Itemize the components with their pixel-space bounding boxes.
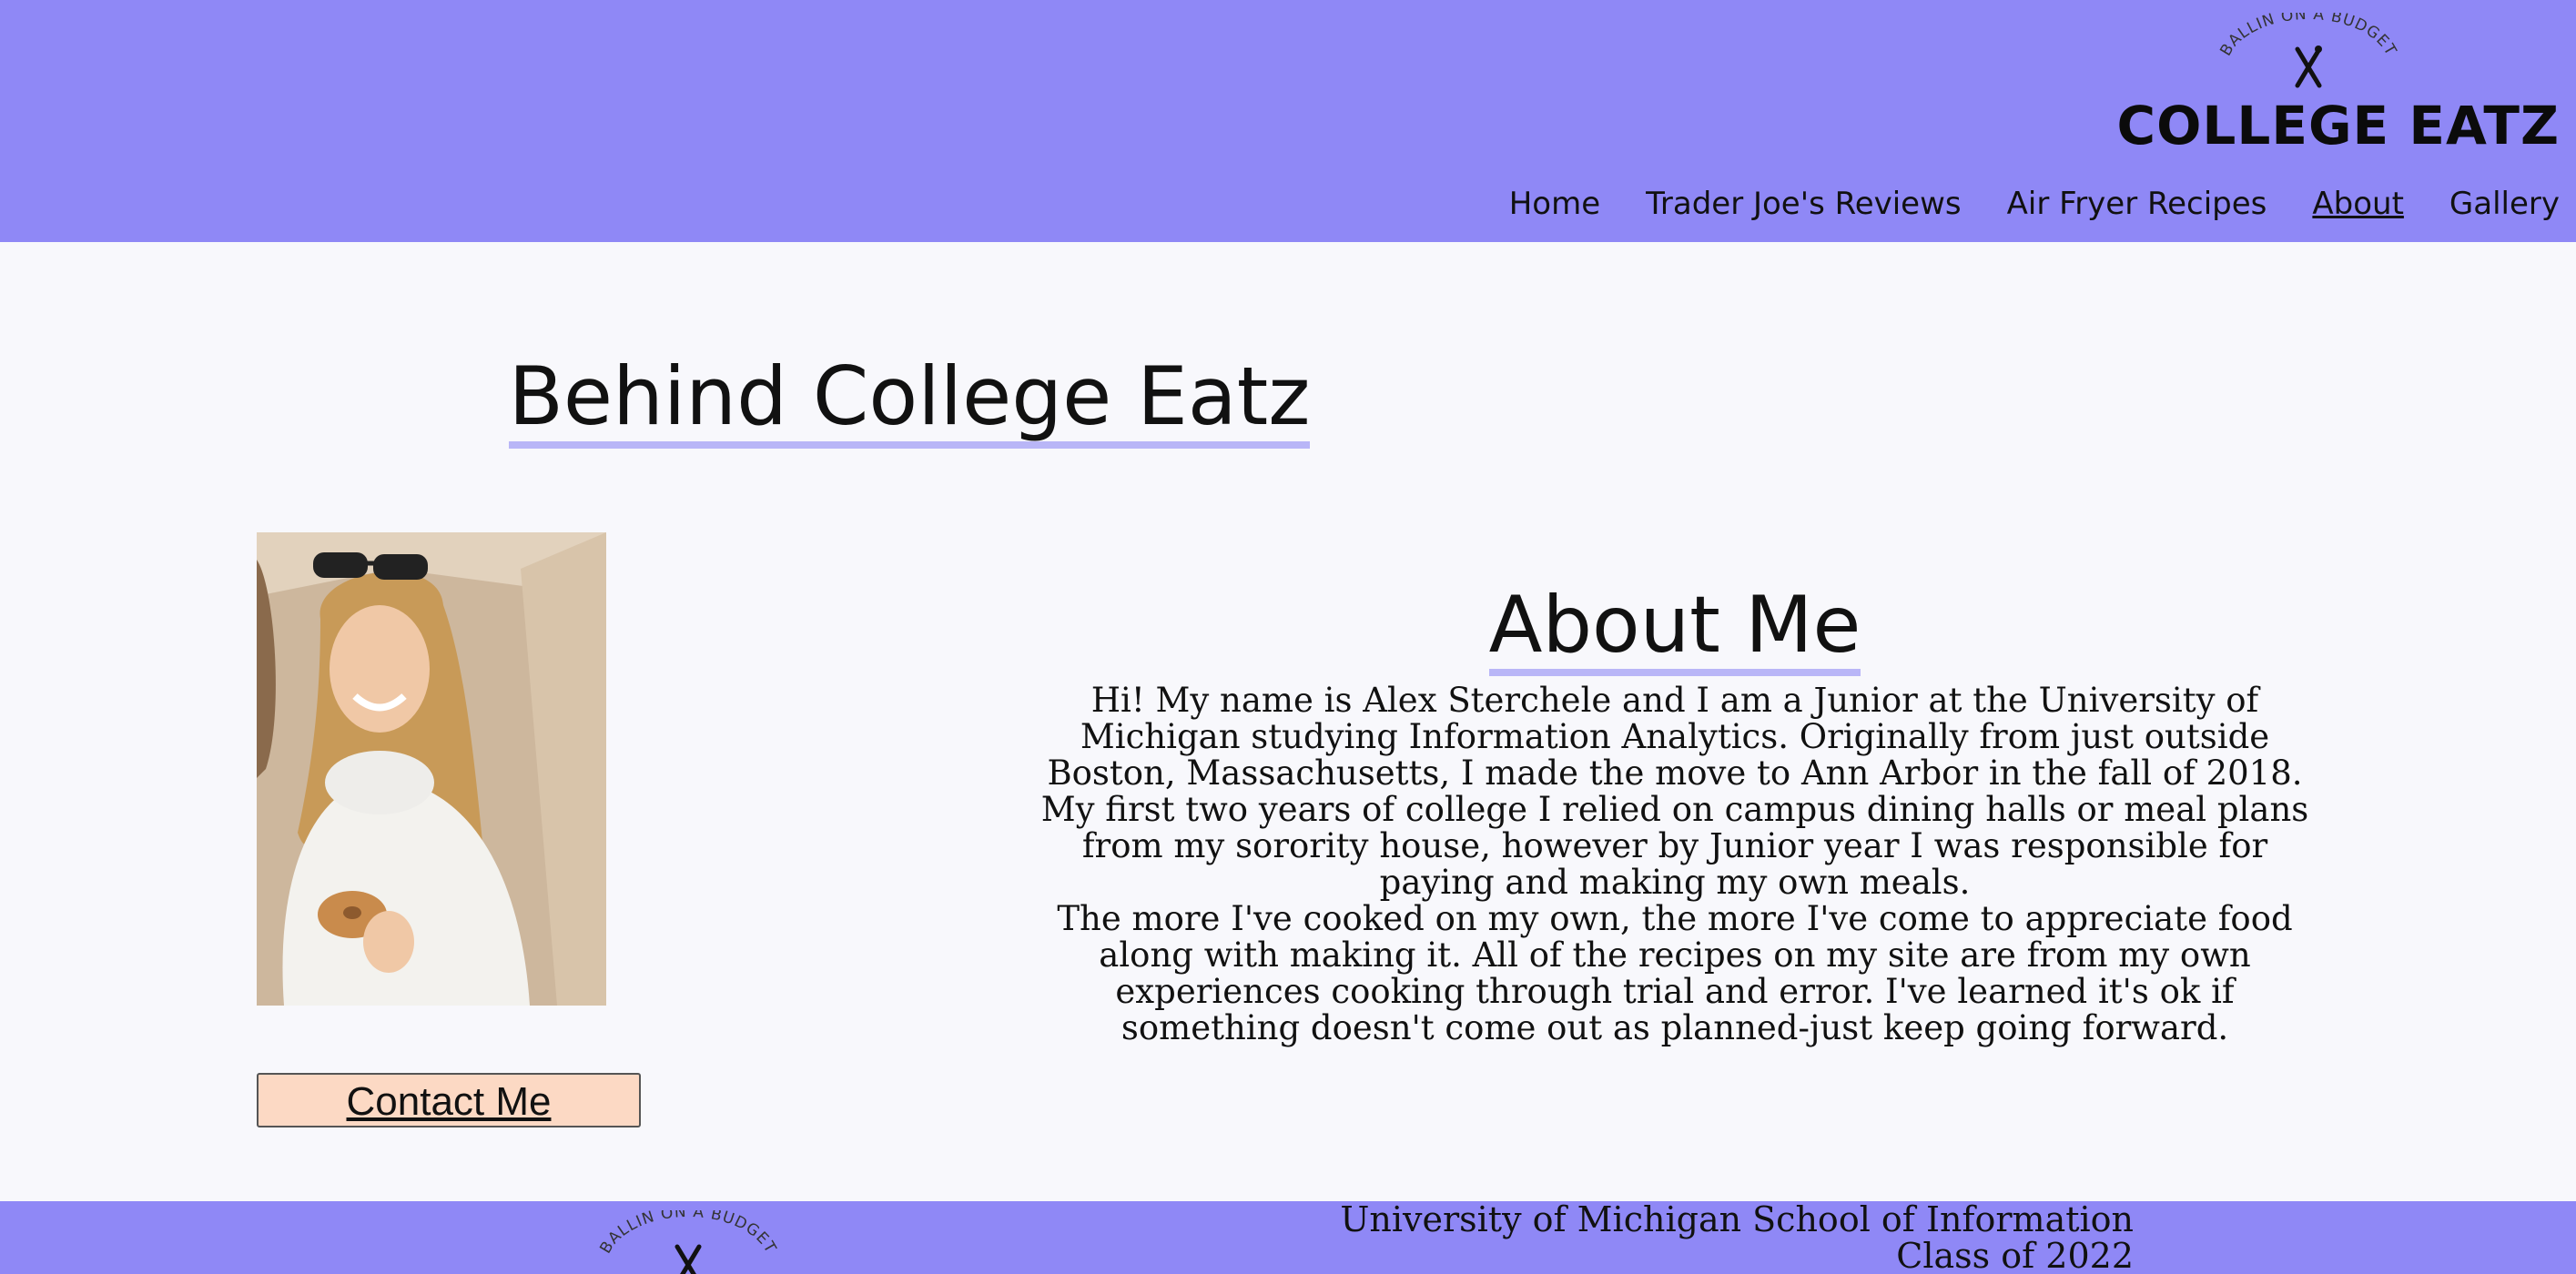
- about-body: Hi! My name is Alex Sterchele and I am a…: [1038, 682, 2312, 1046]
- nav-trader-joes-reviews[interactable]: Trader Joe's Reviews: [1646, 186, 1962, 222]
- nav-about[interactable]: About: [2312, 186, 2404, 222]
- contact-me-button[interactable]: Contact Me: [257, 1073, 641, 1127]
- site-footer: BALLIN ON A BUDGET University of Michiga…: [0, 1201, 2576, 1274]
- footer-logo: BALLIN ON A BUDGET: [596, 1210, 779, 1274]
- footer-line-class: Class of 2022: [1896, 1236, 2134, 1274]
- profile-photo: [257, 532, 606, 1006]
- svg-text:BALLIN ON A BUDGET: BALLIN ON A BUDGET: [2216, 13, 2399, 59]
- nav-home[interactable]: Home: [1509, 186, 1600, 222]
- logo-title: COLLEGE EATZ: [2116, 95, 2560, 157]
- site-logo[interactable]: BALLIN ON A BUDGET COLLEGE EATZ: [2086, 13, 2560, 158]
- svg-text:BALLIN ON A BUDGET: BALLIN ON A BUDGET: [596, 1210, 779, 1257]
- about-heading: About Me: [1488, 582, 1861, 676]
- ballin-on-a-budget-badge: BALLIN ON A BUDGET: [2216, 13, 2399, 88]
- page-title: Behind College Eatz: [508, 352, 1311, 449]
- about-heading-wrap: About Me: [1038, 582, 2312, 676]
- main-nav: Home Trader Joe's Reviews Air Fryer Reci…: [1509, 186, 2560, 222]
- page-title-wrap: Behind College Eatz: [0, 352, 2576, 449]
- about-paragraph-2: The more I've cooked on my own, the more…: [1057, 899, 2293, 1047]
- nav-gallery[interactable]: Gallery: [2449, 186, 2560, 222]
- fork-knife-icon: [2295, 46, 2322, 88]
- footer-text: University of Michigan School of Informa…: [1340, 1201, 2134, 1274]
- about-paragraph-1: Hi! My name is Alex Sterchele and I am a…: [1040, 681, 2309, 902]
- site-header: BALLIN ON A BUDGET COLLEGE EATZ Home Tra…: [0, 0, 2576, 242]
- fork-knife-icon: [674, 1244, 702, 1274]
- footer-line-school: University of Michigan School of Informa…: [1340, 1201, 2134, 1239]
- footer-logo-tagline: BALLIN ON A BUDGET: [596, 1210, 778, 1257]
- profile-photo-image: [257, 532, 606, 1006]
- logo-tagline: BALLIN ON A BUDGET: [2216, 13, 2399, 59]
- nav-air-fryer-recipes[interactable]: Air Fryer Recipes: [2007, 186, 2267, 222]
